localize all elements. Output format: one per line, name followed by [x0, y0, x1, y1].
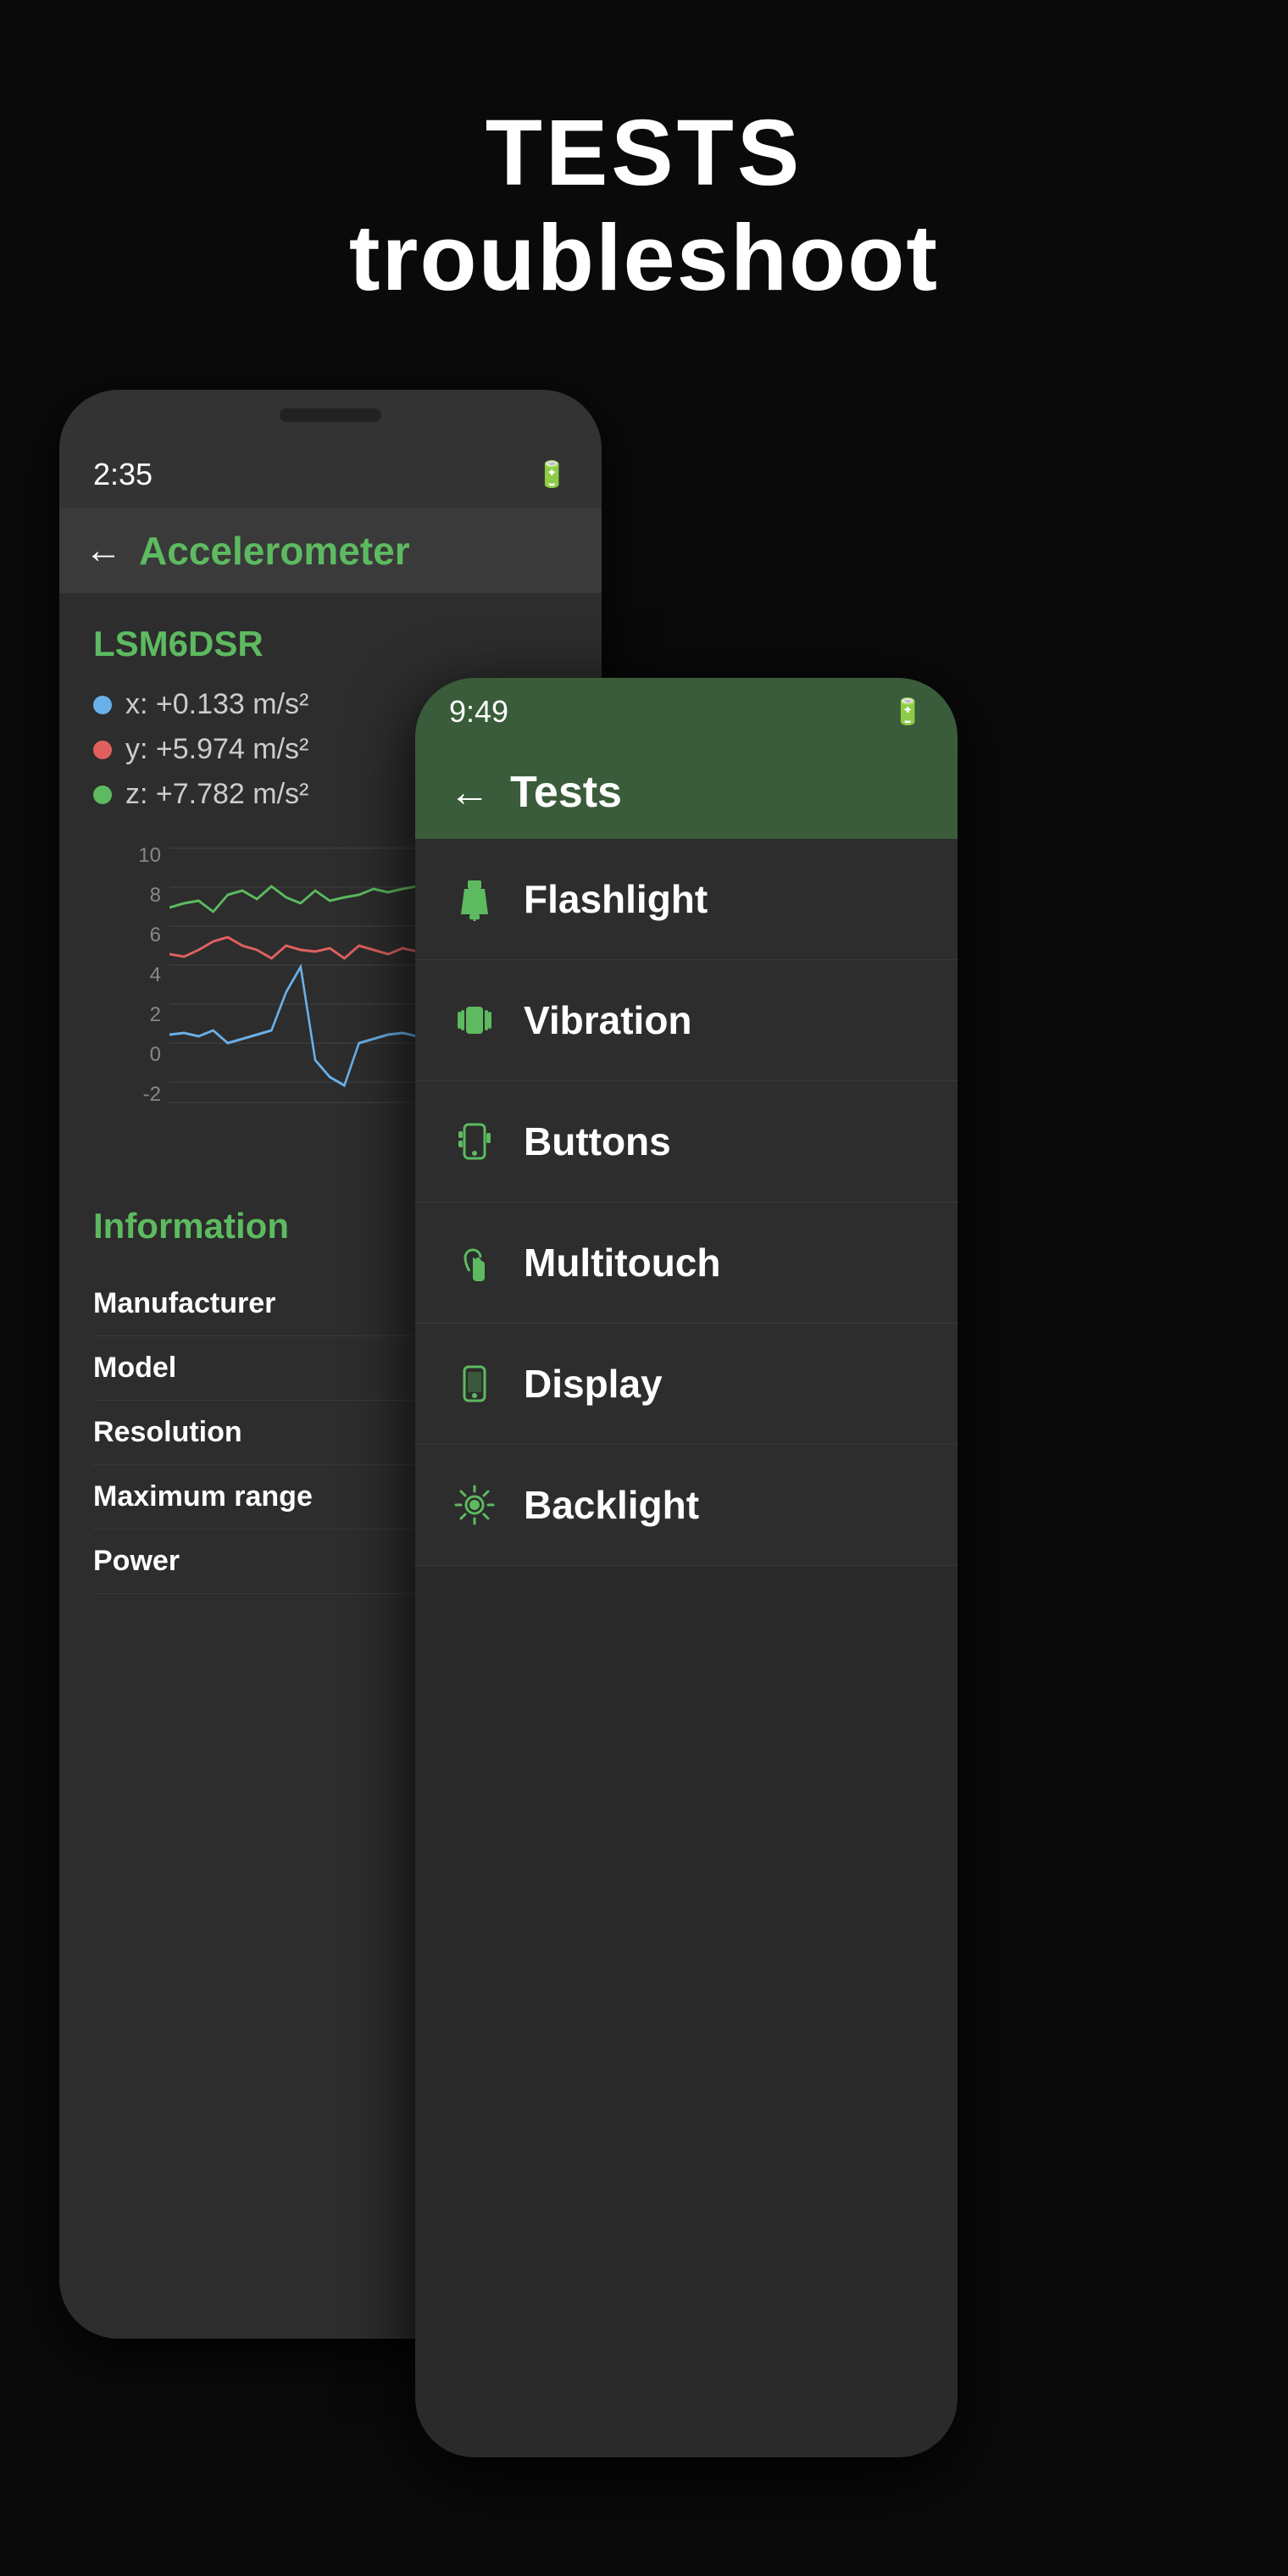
phone-2-time: 9:49 — [449, 694, 508, 730]
notch-bar — [280, 408, 381, 422]
header-section: TESTS troubleshoot — [0, 102, 1288, 312]
test-item-multitouch[interactable]: Multitouch — [415, 1202, 958, 1324]
app-bar-title: Accelerometer — [139, 528, 410, 574]
test-item-display[interactable]: Display — [415, 1324, 958, 1445]
y-reading: y: +5.974 m/s² — [125, 733, 308, 766]
display-icon — [452, 1362, 497, 1406]
flashlight-icon — [452, 877, 497, 921]
vibration-icon — [452, 998, 497, 1042]
info-label-power: Power — [93, 1545, 180, 1578]
y-label-10: 10 — [127, 844, 161, 868]
info-label-manufacturer: Manufacturer — [93, 1287, 275, 1320]
test-item-flashlight[interactable]: Flashlight — [415, 839, 958, 960]
y-label-4: 4 — [127, 963, 161, 987]
phone-1-status-bar: 2:35 🔋 — [59, 441, 602, 508]
status-icons: 🔋 — [536, 460, 568, 490]
z-axis-dot — [93, 786, 112, 804]
status-time: 2:35 — [93, 457, 153, 492]
vibration-label: Vibration — [524, 997, 692, 1043]
info-label-model: Model — [93, 1352, 176, 1385]
info-label-maxrange: Maximum range — [93, 1480, 313, 1513]
z-reading: z: +7.782 m/s² — [125, 778, 308, 811]
y-label-6: 6 — [127, 924, 161, 947]
back-arrow-icon[interactable]: ← — [85, 530, 122, 572]
y-label-8: 8 — [127, 884, 161, 908]
y-axis-dot — [93, 741, 112, 759]
chart-y-labels: 10 8 6 4 2 0 -2 — [127, 840, 161, 1111]
test-item-backlight[interactable]: Backlight — [415, 1445, 958, 1566]
y-label-neg2: -2 — [127, 1083, 161, 1107]
multitouch-icon — [452, 1241, 497, 1285]
flashlight-label: Flashlight — [524, 876, 708, 922]
page-title: TESTS — [0, 102, 1288, 204]
phone-1-notch — [59, 390, 602, 441]
buttons-icon — [452, 1119, 497, 1163]
x-reading: x: +0.133 m/s² — [125, 688, 308, 721]
multitouch-label: Multitouch — [524, 1240, 721, 1285]
y-label-2: 2 — [127, 1003, 161, 1027]
phone-2-back-arrow[interactable]: ← — [449, 769, 490, 816]
phone-2-tests: 9:49 🔋 ← Tests Flashlight — [415, 678, 958, 2457]
phone-2-title: Tests — [510, 767, 622, 818]
phone-2-status-bar: 9:49 🔋 — [415, 678, 958, 746]
battery-icon: 🔋 — [536, 460, 568, 490]
backlight-icon — [452, 1483, 497, 1527]
test-item-buttons[interactable]: Buttons — [415, 1081, 958, 1202]
buttons-label: Buttons — [524, 1119, 671, 1164]
page-subtitle: troubleshoot — [0, 204, 1288, 312]
display-label: Display — [524, 1361, 663, 1407]
phone-2-status-icons: 🔋 — [892, 697, 924, 727]
y-label-0: 0 — [127, 1043, 161, 1067]
backlight-label: Backlight — [524, 1482, 699, 1528]
x-axis-dot — [93, 696, 112, 714]
test-item-vibration[interactable]: Vibration — [415, 960, 958, 1081]
phone-2-battery-icon: 🔋 — [892, 697, 924, 727]
sensor-name: LSM6DSR — [93, 624, 568, 664]
phone-1-app-bar: ← Accelerometer — [59, 508, 602, 593]
tests-list: Flashlight Vibration — [415, 839, 958, 1566]
info-label-resolution: Resolution — [93, 1416, 242, 1449]
phone-2-app-bar: ← Tests — [415, 746, 958, 839]
